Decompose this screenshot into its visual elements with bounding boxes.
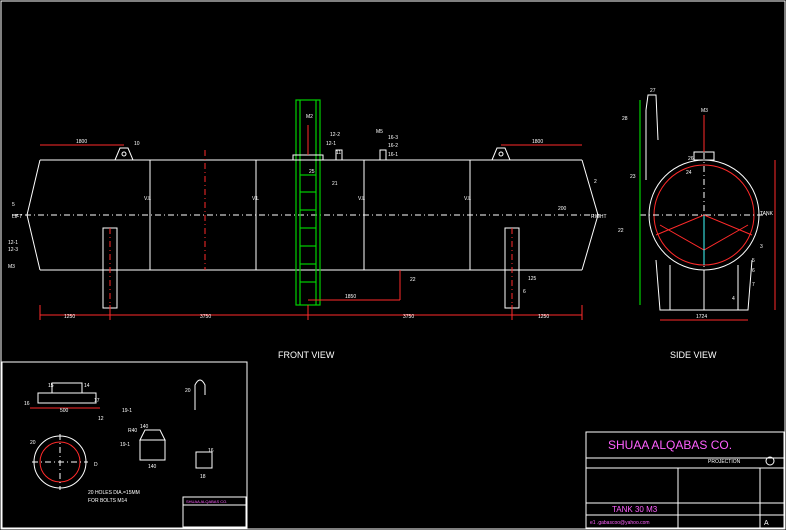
side-label-6: 6 bbox=[752, 268, 755, 274]
detail-bolts: FOR BOLTS M14 bbox=[88, 498, 127, 504]
lifting-lug-hole-right bbox=[498, 151, 504, 157]
label-m5: M5 bbox=[376, 129, 383, 135]
cover-plate bbox=[37, 392, 97, 404]
label-11: 11 bbox=[336, 150, 341, 156]
label-125: 125 bbox=[528, 276, 537, 282]
side-label-26: 26 bbox=[688, 156, 694, 162]
side-label-5: 5 bbox=[752, 258, 755, 264]
title-block: SHUAA ALQABAS CO. PROJECTION TANK 30 M3 … bbox=[585, 431, 785, 529]
side-label-3: 3 bbox=[760, 244, 763, 250]
label-right: RIGHT bbox=[591, 214, 607, 220]
label-22: 22 bbox=[410, 277, 416, 283]
label-12-1: 12-1 bbox=[8, 240, 18, 246]
label-vl-2: V.L bbox=[252, 196, 259, 202]
lifting-lug-hole-left bbox=[121, 151, 127, 157]
detail-label-r40: R40 bbox=[128, 428, 137, 434]
dim-1850: 1850 bbox=[345, 294, 356, 300]
detail-label-20: 20 bbox=[30, 440, 36, 446]
dim-1250-right: 1250 bbox=[538, 314, 549, 320]
label-12-2-top: 12-2 bbox=[330, 132, 340, 138]
side-label-28: 28 bbox=[622, 116, 628, 122]
side-label-27: 27 bbox=[650, 88, 656, 94]
company-name: SHUAA ALQABAS CO. bbox=[608, 438, 732, 452]
ladder-rungs bbox=[300, 174, 316, 283]
drawing-canvas: 1250 3750 3750 1250 1850 1800 1800 200 L… bbox=[0, 0, 786, 530]
manhole-neck bbox=[292, 154, 324, 161]
detail-label-15: 15 bbox=[48, 383, 54, 389]
label-vl-1: V.L bbox=[144, 196, 151, 202]
dim-200: 200 bbox=[558, 206, 567, 212]
lifting-lug-right bbox=[491, 147, 511, 161]
label-6: 6 bbox=[523, 289, 526, 295]
small-company: SHUAA ALQABAS CO. bbox=[186, 499, 227, 504]
side-label-7: 7 bbox=[752, 282, 755, 288]
bracket-detail bbox=[195, 451, 213, 469]
label-12-3: 12-3 bbox=[8, 247, 18, 253]
projection-label: PROJECTION bbox=[708, 459, 741, 465]
detail-label-d: D bbox=[94, 462, 98, 468]
detail-dim-140b: 140 bbox=[148, 464, 157, 470]
detail-label-19-1b: 19-1 bbox=[120, 442, 130, 448]
nozzle-m5 bbox=[379, 149, 387, 161]
detail-dim-500: 500 bbox=[60, 408, 69, 414]
lug-base bbox=[139, 439, 166, 461]
label-16-3: 16-3 bbox=[388, 135, 398, 141]
side-label-22: 22 bbox=[618, 228, 624, 234]
hook-detail bbox=[194, 379, 206, 410]
dim-3750-left: 3750 bbox=[200, 314, 211, 320]
label-16-2: 16-2 bbox=[388, 143, 398, 149]
tank-title: TANK 30 M3 bbox=[612, 505, 658, 514]
side-label-tank: TANK bbox=[760, 211, 774, 217]
detail-label-16: 16 bbox=[24, 401, 30, 407]
label-5: 5 bbox=[12, 202, 15, 208]
label-21: 21 bbox=[332, 181, 338, 187]
side-label-24: 24 bbox=[686, 170, 692, 176]
label-2: 2 bbox=[594, 179, 597, 185]
side-label-4: 4 bbox=[732, 296, 735, 302]
dim-1800-left-text: 1800 bbox=[76, 139, 87, 145]
label-16-1: 16-1 bbox=[388, 152, 398, 158]
detail-label-14: 14 bbox=[84, 383, 90, 389]
detail-label-17: 17 bbox=[94, 398, 100, 404]
detail-label-19-1: 19-1 bbox=[122, 408, 132, 414]
cover-handle bbox=[51, 382, 83, 394]
side-dim-1724: 1724 bbox=[696, 314, 707, 320]
side-view-title: SIDE VIEW bbox=[670, 350, 717, 360]
label-m2: M2 bbox=[306, 114, 313, 120]
detail-panel: 15 14 16 12 17 500 20 D 20 HOLES DIA.=15… bbox=[1, 361, 248, 529]
detail-label-16b: 16 bbox=[208, 448, 214, 454]
label-vl-4: V.L bbox=[464, 196, 471, 202]
front-view: 1250 3750 3750 1250 1850 1800 1800 200 L… bbox=[8, 99, 607, 360]
side-label-23: 23 bbox=[630, 174, 636, 180]
label-vl-3: V.L bbox=[358, 196, 365, 202]
dim-1800-right-text: 1800 bbox=[532, 139, 543, 145]
side-view: 27 28 26 23 24 22 M3 3 5 6 4 7 1724 TANK… bbox=[618, 88, 776, 360]
side-ladder-hook bbox=[645, 94, 659, 141]
label-lift: LIFT bbox=[12, 214, 22, 220]
email: e1 .gabascoo@yahoo.com bbox=[590, 520, 650, 526]
side-label-m3: M3 bbox=[701, 108, 708, 114]
lifting-lug-left bbox=[114, 147, 134, 161]
detail-label-18: 18 bbox=[200, 474, 206, 480]
detail-label-20b: 20 bbox=[185, 388, 191, 394]
label-m3: M3 bbox=[8, 264, 15, 270]
detail-holes: 20 HOLES DIA.=15MM bbox=[88, 490, 140, 496]
sheet-size: A bbox=[764, 520, 769, 527]
front-view-title: FRONT VIEW bbox=[278, 350, 335, 360]
detail-label-12: 12 bbox=[98, 416, 104, 422]
lug-detail bbox=[139, 429, 166, 441]
label-25: 25 bbox=[309, 169, 315, 175]
detail-dim-140: 140 bbox=[140, 424, 149, 430]
dim-1250-left: 1250 bbox=[64, 314, 75, 320]
label-12-1-top: 12-1 bbox=[326, 141, 336, 147]
dim-3750-right: 3750 bbox=[403, 314, 414, 320]
label-10: 10 bbox=[134, 141, 140, 147]
